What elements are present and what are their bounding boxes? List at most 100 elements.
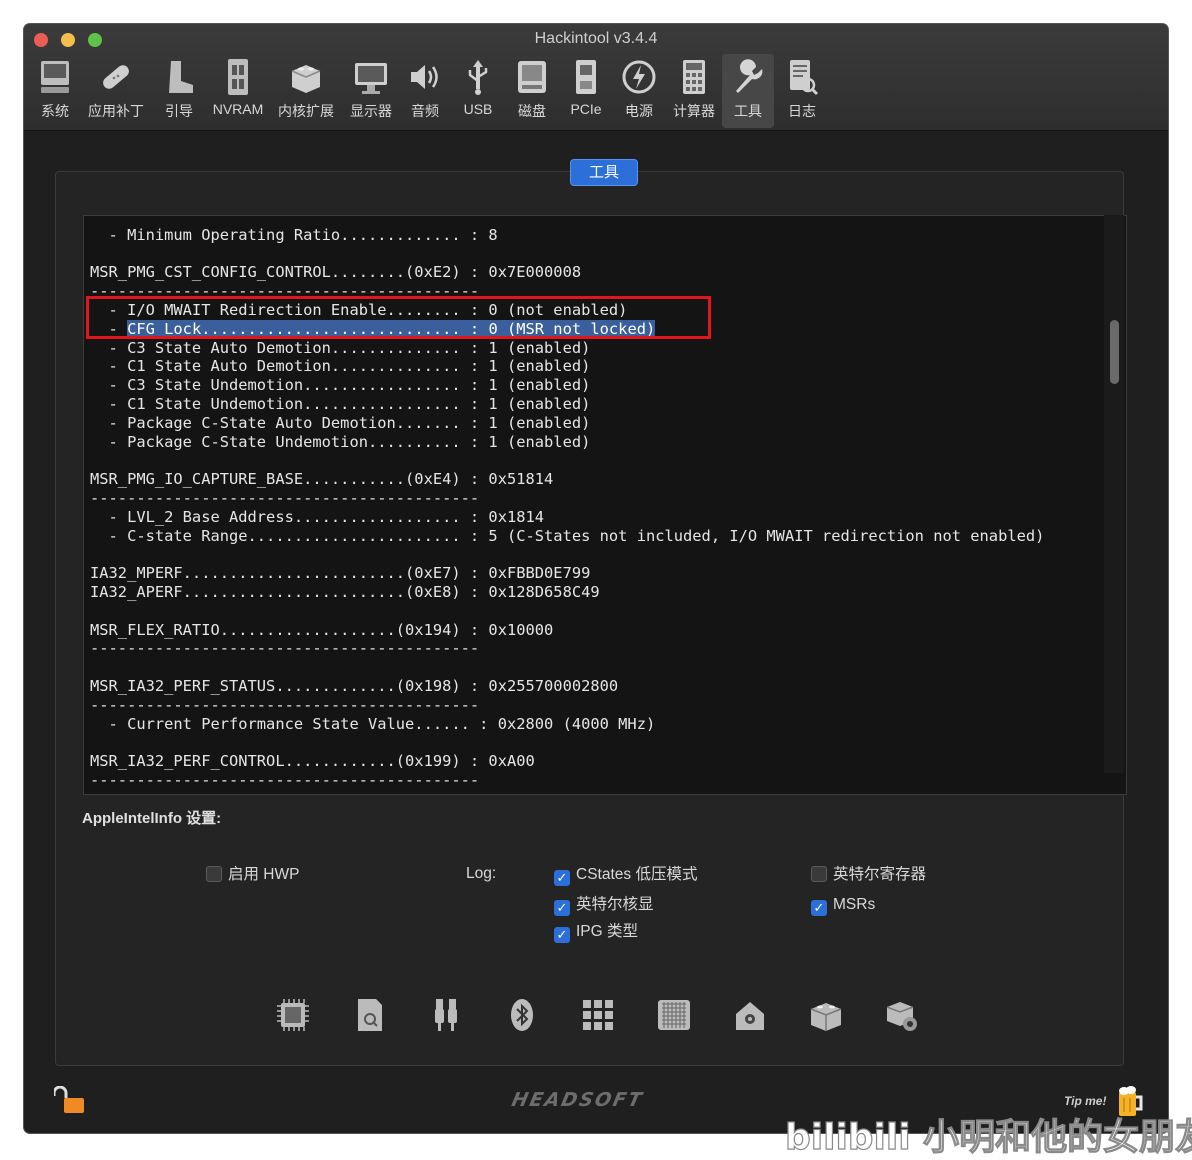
cpu-chip-icon[interactable] (275, 997, 311, 1033)
checkbox-box[interactable] (811, 866, 827, 882)
console-line: - C1 State Auto Demotion.............. :… (90, 357, 591, 376)
tab-tools[interactable]: 工具 (570, 159, 638, 186)
console-line: - Current Performance State Value...... … (90, 714, 656, 733)
toolbar-item-audio[interactable]: 音频 (406, 54, 444, 128)
toolbar-label: PCIe (570, 101, 602, 117)
console-line: MSR_PMG_CST_CONFIG_CONTROL........(0xE2)… (90, 263, 582, 282)
pcie-card-icon (576, 60, 596, 94)
memory-chip-icon (228, 59, 248, 95)
toolbar-item-display[interactable]: 显示器 (346, 54, 396, 128)
checkmark-icon[interactable]: ✓ (554, 900, 570, 916)
toolbar-label: 日志 (788, 103, 816, 119)
cstates-checkbox[interactable]: ✓ CStates 低压模式 (554, 864, 697, 886)
toolbar-label: 电源 (625, 103, 653, 119)
calculator-icon (683, 60, 705, 94)
console-scrollbar[interactable] (1104, 215, 1124, 773)
toolbar-item-logs[interactable]: 日志 (782, 54, 822, 128)
display-icon (355, 63, 387, 94)
disk-icon (518, 61, 546, 93)
checkbox-label: CStates 低压模式 (576, 866, 698, 883)
toolbar-item-system[interactable]: 系统 (32, 54, 78, 128)
toolbar-item-tools[interactable]: 工具 (722, 54, 774, 128)
toolbar-label: 磁盘 (518, 103, 546, 119)
unlock-icon[interactable] (54, 1086, 86, 1114)
usb-icon (468, 60, 488, 95)
intel-registers-checkbox[interactable]: 英特尔寄存器 (811, 864, 926, 886)
console-scroll-thumb[interactable] (1110, 320, 1119, 384)
log-document-icon (790, 60, 819, 96)
console-line: - Package C-State Auto Demotion....... :… (90, 413, 591, 432)
headsoft-logo: HEADSOFT (509, 1089, 646, 1111)
console-line: IA32_MPERF........................(0xE7)… (90, 564, 591, 583)
hackintool-window: Hackintool v3.4.4 系统 应用补丁 引导 NVRAM 内核扩展 … (24, 24, 1168, 1133)
checkbox-box[interactable] (206, 866, 222, 882)
console-line: - C-state Range....................... :… (90, 526, 1045, 545)
toolbar-item-boot[interactable]: 引导 (159, 54, 199, 128)
tip-me-link[interactable]: Tip me! (1064, 1094, 1106, 1108)
toolbar-label: NVRAM (212, 101, 264, 117)
toolbar-label: 引导 (165, 103, 193, 119)
checkbox-label: 英特尔寄存器 (833, 866, 927, 883)
monitor-system-icon (41, 61, 69, 93)
kext-brick-gear-icon[interactable] (884, 997, 920, 1033)
enable-hwp-checkbox[interactable]: 启用 HWP (206, 864, 299, 886)
bandage-icon (103, 65, 129, 89)
window-title: Hackintool v3.4.4 (534, 30, 658, 47)
kext-brick-icon[interactable] (808, 997, 844, 1033)
toolbar-item-disks[interactable]: 磁盘 (512, 54, 552, 128)
usb-plugs-icon[interactable] (428, 997, 464, 1033)
checkmark-icon[interactable]: ✓ (554, 870, 570, 886)
console-line: ----------------------------------------… (90, 695, 480, 714)
bluetooth-icon[interactable] (504, 997, 540, 1033)
console-line: ----------------------------------------… (90, 770, 480, 789)
console-line: - LVL_2 Base Address.................. :… (90, 507, 545, 526)
checkmark-icon[interactable]: ✓ (554, 927, 570, 943)
settings-title: AppleIntelInfo 设置: (82, 810, 222, 827)
memory-grid-icon[interactable] (656, 997, 692, 1033)
toolbar-item-pcie[interactable]: PCIe (564, 54, 608, 128)
checkbox-label: 启用 HWP (228, 866, 300, 883)
cfg-lock-callout (86, 296, 711, 339)
intel-gpu-checkbox[interactable]: ✓ 英特尔核显 (554, 894, 654, 916)
toolbar-label: 应用补丁 (88, 103, 144, 119)
checkbox-label: 英特尔核显 (576, 896, 654, 913)
toolbar-label: 工具 (734, 103, 762, 119)
toolbar-label: USB (463, 101, 493, 117)
console-line: ----------------------------------------… (90, 639, 480, 658)
console-line: MSR_FLEX_RATIO...................(0x194)… (90, 620, 554, 639)
console-line: - C3 State Undemotion................. :… (90, 376, 591, 395)
grid-apps-icon[interactable] (580, 997, 616, 1033)
toolbar-item-power[interactable]: 电源 (618, 54, 660, 128)
log-label: Log: (466, 865, 497, 882)
ipg-type-checkbox[interactable]: ✓ IPG 类型 (554, 921, 638, 943)
toolbar-label: 内核扩展 (278, 103, 334, 119)
wrench-icon (736, 59, 763, 93)
console-line: - C3 State Auto Demotion.............. :… (90, 338, 591, 357)
console-line: ----------------------------------------… (90, 488, 480, 507)
console-line: MSR_IA32_PERF_STATUS.............(0x198)… (90, 676, 619, 695)
toolbar-item-kexts[interactable]: 内核扩展 (274, 54, 338, 128)
speaker-icon (411, 65, 438, 89)
console-line: - Minimum Operating Ratio............. :… (90, 225, 498, 244)
console-line: IA32_APERF........................(0xE8)… (90, 582, 600, 601)
home-icon[interactable] (732, 997, 768, 1033)
toolbar-item-usb[interactable]: USB (458, 54, 498, 128)
power-icon (622, 60, 656, 94)
checkbox-label: IPG 类型 (576, 923, 639, 940)
console-line: - Package C-State Undemotion.......... :… (90, 432, 591, 451)
boot-icon (169, 61, 193, 93)
toolbar-label: 显示器 (350, 103, 392, 119)
toolbar-item-calculator[interactable]: 计算器 (668, 54, 720, 128)
toolbar-item-nvram[interactable]: NVRAM (208, 54, 268, 128)
msrs-checkbox[interactable]: ✓ MSRs (811, 894, 875, 916)
checkbox-label: MSRs (833, 896, 876, 913)
checkmark-icon[interactable]: ✓ (811, 900, 827, 916)
bilibili-watermark: bilibili 小明和他的女朋友 (784, 1116, 1192, 1158)
title-bar: Hackintool v3.4.4 系统 应用补丁 引导 NVRAM 内核扩展 … (24, 24, 1168, 131)
console-line: - C1 State Undemotion................. :… (90, 394, 591, 413)
toolbar-item-patch[interactable]: 应用补丁 (84, 54, 148, 128)
lego-brick-icon (291, 65, 321, 93)
console-line: MSR_PMG_IO_CAPTURE_BASE...........(0xE4)… (90, 470, 554, 489)
sd-card-search-icon[interactable] (352, 997, 388, 1033)
toolbar-label: 计算器 (673, 103, 715, 119)
